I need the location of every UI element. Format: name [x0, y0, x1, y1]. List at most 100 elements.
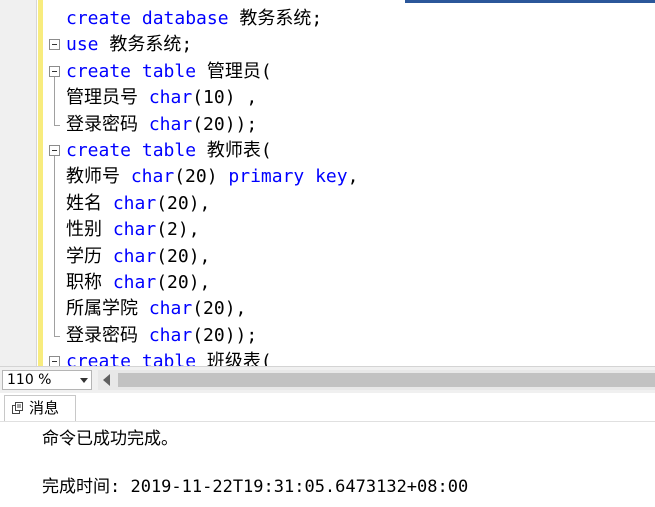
- scrollbar-thumb[interactable]: [118, 373, 655, 387]
- fold-guide: [54, 322, 55, 336]
- tab-messages[interactable]: 消息: [4, 395, 76, 421]
- code-line[interactable]: create table 管理员(: [0, 59, 655, 86]
- scroll-left-icon[interactable]: [103, 374, 110, 386]
- code-text: 性别 char(2),: [66, 217, 200, 243]
- chevron-down-icon[interactable]: [80, 378, 88, 383]
- code-text: 登录密码 char(20));: [66, 323, 257, 349]
- sql-text: 教务系统;: [228, 8, 323, 29]
- code-line[interactable]: 教师号 char(20) primary key,: [0, 164, 655, 191]
- sql-text: (2),: [156, 219, 200, 241]
- code-text: 教师号 char(20) primary key,: [66, 164, 358, 190]
- fold-guide: [54, 296, 55, 323]
- message-success: 命令已成功完成。: [42, 429, 178, 449]
- sql-text: 性别: [66, 219, 113, 241]
- sql-keyword: char: [148, 298, 193, 320]
- sql-text: 学历: [66, 245, 113, 267]
- code-line[interactable]: 职称 char(20),: [0, 269, 655, 297]
- fold-guide-end: [54, 335, 60, 337]
- code-line[interactable]: create table 班级表(: [0, 349, 655, 366]
- fold-guide: [54, 243, 55, 270]
- fold-guide: [54, 269, 55, 297]
- collapse-icon[interactable]: [49, 144, 60, 156]
- sql-keyword: create table: [66, 139, 197, 161]
- code-text: 管理员号 char(10) ,: [66, 85, 257, 111]
- collapse-icon[interactable]: [49, 65, 60, 77]
- fold-guide: [54, 217, 55, 244]
- sql-text: (10) ,: [192, 87, 258, 109]
- sql-text: 所属学院: [66, 298, 149, 320]
- sql-text: 班级表(: [196, 351, 272, 366]
- sql-text: (20),: [156, 271, 211, 293]
- sql-keyword: create database: [66, 8, 229, 29]
- fold-guide: [54, 190, 55, 218]
- sql-text: (20),: [156, 192, 211, 214]
- sql-keyword: char: [112, 192, 157, 214]
- sql-text: 教师号: [66, 166, 131, 188]
- sql-keyword: char: [148, 324, 193, 346]
- zoom-dropdown[interactable]: 110 %: [2, 370, 92, 390]
- messages-pane: 命令已成功完成。 完成时间: 2019-11-22T19:31:05.64731…: [0, 422, 655, 507]
- code-line[interactable]: 性别 char(2),: [0, 217, 655, 244]
- sql-text: (20),: [156, 245, 211, 267]
- code-editor[interactable]: create database 教务系统; use 教务系统; create tab…: [0, 0, 655, 366]
- sql-text: 姓名: [66, 192, 113, 214]
- code-text: create table 管理员(: [66, 59, 272, 85]
- horizontal-scrollbar[interactable]: [98, 370, 655, 390]
- fold-guide: [54, 164, 55, 191]
- sql-keyword: create table: [66, 60, 197, 82]
- sql-text: (20));: [192, 113, 258, 135]
- sql-keyword: primary key: [228, 166, 348, 188]
- message-icon: [12, 402, 23, 414]
- collapse-icon[interactable]: [49, 39, 60, 51]
- sql-text: 登录密码: [66, 324, 149, 346]
- code-line[interactable]: 管理员号 char(10) ,: [0, 85, 655, 112]
- code-line[interactable]: 姓名 char(20),: [0, 190, 655, 218]
- editor-status-row: 110 %: [0, 366, 655, 393]
- code-text: use 教务系统;: [66, 32, 192, 58]
- sql-keyword: use: [66, 34, 99, 56]
- fold-guide: [54, 111, 55, 125]
- code-text: 学历 char(20),: [66, 244, 210, 270]
- code-text: 登录密码 char(20));: [66, 112, 257, 138]
- fold-guide: [54, 155, 55, 165]
- sql-keyword: char: [130, 166, 175, 188]
- code-line[interactable]: 登录密码 char(20));: [0, 322, 655, 349]
- code-text: create database 教务系统;: [66, 6, 322, 32]
- sql-keyword: char: [148, 113, 193, 135]
- fold-guide: [54, 85, 55, 112]
- code-lines[interactable]: create database 教务系统; use 教务系统; create tab…: [0, 6, 655, 366]
- sql-text: (20));: [192, 324, 258, 346]
- results-tab-bar: 消息: [0, 393, 655, 422]
- message-completion-time: 完成时间: 2019-11-22T19:31:05.6473132+08:00: [42, 477, 469, 497]
- code-text: 所属学院 char(20),: [66, 296, 246, 322]
- code-line[interactable]: create table 教师表(: [0, 138, 655, 165]
- sql-text: 职称: [66, 271, 113, 293]
- code-line[interactable]: create database 教务系统;: [0, 6, 655, 32]
- sql-keyword: create table: [66, 351, 197, 366]
- sql-text: 教师表(: [196, 139, 272, 161]
- sql-text: 教务系统;: [98, 34, 193, 56]
- code-text: 姓名 char(20),: [66, 191, 210, 217]
- code-line[interactable]: use 教务系统;: [0, 32, 655, 58]
- sql-keyword: char: [112, 271, 157, 293]
- fold-guide-end: [54, 124, 60, 126]
- code-line[interactable]: 登录密码 char(20));: [0, 111, 655, 138]
- editor-top-accent: [405, 0, 655, 3]
- sql-text: 登录密码: [66, 113, 149, 135]
- sql-keyword: char: [148, 87, 193, 109]
- sql-text: 管理员号: [66, 87, 149, 109]
- code-text: create table 班级表(: [66, 349, 272, 366]
- sql-keyword: char: [112, 245, 157, 267]
- code-line[interactable]: 学历 char(20),: [0, 243, 655, 270]
- code-text: create table 教师表(: [66, 138, 272, 164]
- tab-messages-label: 消息: [29, 399, 60, 417]
- sql-text: (20): [174, 166, 229, 188]
- collapse-icon[interactable]: [49, 356, 60, 366]
- sql-keyword: char: [112, 219, 157, 241]
- sql-text: 管理员(: [196, 60, 272, 82]
- code-line[interactable]: 所属学院 char(20),: [0, 296, 655, 323]
- fold-guide: [54, 76, 55, 86]
- sql-text: ,: [347, 166, 359, 188]
- zoom-value: 110 %: [7, 372, 52, 388]
- code-text: 职称 char(20),: [66, 270, 210, 296]
